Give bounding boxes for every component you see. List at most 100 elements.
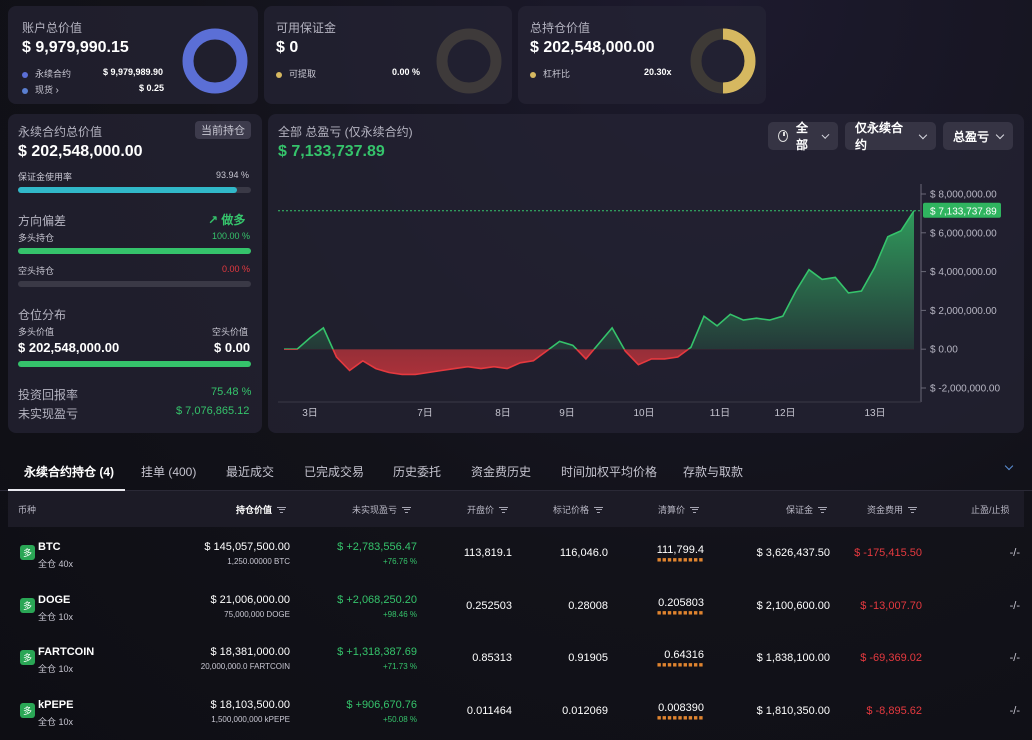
position-donut-arc — [722, 28, 756, 94]
tpsl-value: -/- — [1009, 547, 1020, 559]
long-badge: 多 — [20, 597, 35, 613]
unrealized-pnl: $ +2,783,556.47 — [337, 541, 417, 553]
tab-1[interactable]: 挂单 (400) — [141, 463, 196, 480]
position-size: 20,000,000.0 FARTCOIN — [200, 662, 290, 671]
margin-usage-value: 93.94 % — [216, 170, 250, 180]
tab-3[interactable]: 已完成交易 — [304, 463, 364, 480]
position-size: 1,500,000,000 kPEPE — [211, 714, 290, 724]
filter-icon — [594, 506, 604, 513]
unrealized-pnl-pct: +98.46 % — [382, 609, 417, 619]
x-tick-label: 3日 — [302, 408, 318, 419]
perp-summary-panel: 永续合约总价值 当前持仓 $ 202,548,000.00 保证金使用率 93.… — [8, 114, 262, 433]
y-tick-label: $ 2,000,000.00 — [930, 306, 997, 317]
coin-name[interactable]: DOGE — [38, 594, 70, 606]
long-label: 多头持仓 — [18, 233, 55, 243]
entry-price: 113,819.1 — [463, 547, 512, 559]
short-value-label: 空头价值 — [212, 327, 249, 337]
column-header-6[interactable]: 保证金 — [786, 503, 828, 516]
chevron-right-icon: › — [55, 85, 59, 96]
x-tick-label: 8日 — [495, 408, 511, 419]
trend-up-icon: ↗ — [208, 213, 219, 227]
liquidation-price: 111,799.4 — [656, 544, 704, 556]
pnl-type-dropdown[interactable]: 总盈亏 — [943, 122, 1013, 150]
available-margin-value: $ 0 — [276, 39, 299, 56]
column-header-2[interactable]: 未实现盈亏 — [352, 503, 412, 516]
chevron-down-icon[interactable] — [1004, 461, 1014, 471]
total-position-value: $ 202,548,000.00 — [530, 39, 655, 56]
perp-value: $ 9,979,989.90 — [103, 67, 164, 77]
position-value: $ 21,006,000.00 — [210, 593, 290, 606]
position-size: 1,250.00000 BTC — [227, 557, 290, 566]
column-header-5[interactable]: 清算价 — [658, 503, 700, 516]
tab-2[interactable]: 最近成交 — [226, 463, 274, 480]
spot-link[interactable]: 现货 › — [22, 83, 59, 96]
perp-dot — [22, 71, 28, 78]
perp-filter-label: 仅永续合约 — [855, 121, 904, 152]
range-filter-dropdown[interactable]: 全部 — [768, 121, 838, 152]
funding-fee: $ -69,369.02 — [860, 652, 922, 664]
coin-name[interactable]: FARTCOIN — [38, 646, 94, 658]
mark-price: 0.012069 — [562, 704, 608, 717]
tab-6[interactable]: 时间加权平均价格 — [561, 463, 657, 480]
position-value: $ 145,057,500.00 — [204, 541, 290, 553]
unrealized-pnl: $ +2,068,250.20 — [337, 593, 417, 606]
table-row[interactable]: 多 kPEPE 全仓 10x $ 18,103,500.00 1,500,000,000… — [8, 685, 1024, 737]
account-total-label: 账户总价值 — [22, 21, 83, 35]
short-label: 空头持仓 — [18, 266, 55, 276]
spot-value: $ 0.25 — [139, 83, 165, 93]
tab-5[interactable]: 资金费历史 — [471, 463, 531, 480]
long-badge: 多 — [20, 650, 35, 665]
perp-label: 永续合约 — [35, 69, 72, 79]
position-value: $ 18,381,000.00 — [210, 646, 290, 658]
coin-name[interactable]: BTC — [38, 541, 61, 553]
column-header-8[interactable]: 止盈/止损 — [971, 503, 1010, 516]
current-position-tag[interactable]: 当前持仓 — [195, 121, 251, 139]
column-header-0[interactable]: 币种 — [18, 503, 36, 516]
table-row[interactable]: 多 FARTCOIN 全仓 10x $ 18,381,000.00 20,000,000… — [8, 632, 1024, 684]
mark-price: 0.91905 — [568, 652, 608, 664]
y-tick-label: $ 0.00 — [930, 345, 958, 356]
position-donut-chart — [690, 28, 756, 94]
column-header-label: 币种 — [18, 505, 37, 515]
tab-4[interactable]: 历史委托 — [393, 463, 441, 480]
column-header-label: 保证金 — [786, 505, 814, 515]
liquidation-price: 0.008390 — [658, 701, 704, 714]
short-distribution-value: $ 0.00 — [214, 340, 251, 355]
roi-label: 投资回报率 — [18, 388, 79, 402]
account-donut-ring — [182, 28, 248, 94]
margin-mode: 全仓 40x — [38, 559, 74, 569]
pnl-area-chart: $ 8,000,000.00 $ 6,000,000.00 $ 4,000,000.… — [278, 184, 1001, 419]
column-header-1[interactable]: 持仓价值 — [236, 503, 287, 516]
x-tick-label: 9日 — [559, 408, 575, 419]
y-tick-label: $ 4,000,000.00 — [930, 267, 997, 278]
coin-name[interactable]: kPEPE — [38, 699, 73, 711]
column-header-3[interactable]: 开盘价 — [467, 503, 509, 516]
liquidation-risk-indicator: ■■■■■■■■■ — [656, 609, 704, 617]
available-margin-label: 可用保证金 — [276, 21, 337, 35]
x-tick-label: 11日 — [710, 408, 730, 419]
tpsl-value: -/- — [1009, 652, 1020, 664]
range-filter-label: 全部 — [795, 121, 808, 152]
margin-donut-chart — [436, 28, 502, 94]
spot-label: 现货 — [35, 85, 54, 95]
margin-usage-label: 保证金使用率 — [18, 172, 73, 182]
column-header-7[interactable]: 资金费用 — [867, 503, 918, 516]
y-tick-label: $ -2,000,000.00 — [930, 384, 1000, 395]
tab-7[interactable]: 存款与取款 — [683, 463, 743, 480]
tpsl-value: -/- — [1009, 599, 1020, 612]
filter-icon — [499, 506, 509, 513]
pnl-value: $ 7,133,737.89 — [278, 143, 385, 160]
perp-filter-dropdown[interactable]: 仅永续合约 — [845, 121, 936, 152]
entry-price: 0.85313 — [472, 652, 512, 664]
margin-value: $ 2,100,600.00 — [756, 599, 830, 612]
unrealized-pnl-pct: +71.73 % — [382, 662, 417, 671]
column-header-4[interactable]: 标记价格 — [553, 503, 604, 516]
position-value: $ 18,103,500.00 — [210, 698, 290, 711]
table-row[interactable]: 多 BTC 全仓 40x $ 145,057,500.00 1,250.00000 BT… — [8, 527, 1024, 579]
column-header-label: 持仓价值 — [236, 505, 273, 515]
tab-0[interactable]: 永续合约持仓 (4) — [24, 463, 114, 480]
spot-dot — [22, 87, 28, 94]
margin-value: $ 1,810,350.00 — [756, 704, 830, 717]
table-row[interactable]: 多 DOGE 全仓 10x $ 21,006,000.00 75,000,000 DOG… — [8, 580, 1024, 632]
unrealized-pnl-pct: +50.08 % — [382, 714, 417, 724]
